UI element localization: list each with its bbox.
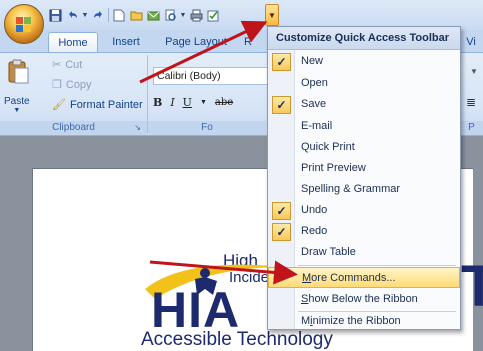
- tab-insert[interactable]: Insert: [104, 32, 148, 52]
- paragraph-align-icon[interactable]: ≣: [466, 95, 476, 109]
- tab-home[interactable]: Home: [48, 32, 98, 53]
- menu-item-more-commands[interactable]: More Commands...: [268, 267, 460, 288]
- quick-print-icon[interactable]: [189, 8, 203, 22]
- print-preview-icon[interactable]: [163, 8, 177, 22]
- menu-separator: [298, 311, 456, 312]
- menu-item-show-below-ribbon[interactable]: Show Below the Ribbon: [268, 289, 460, 310]
- menu-item-undo[interactable]: ✓ Undo: [268, 200, 460, 221]
- bold-button[interactable]: B: [153, 96, 162, 109]
- dialog-launcher-icon[interactable]: ↘: [134, 121, 141, 135]
- menu-item-open[interactable]: Open: [268, 73, 460, 94]
- check-icon: ✓: [272, 53, 291, 71]
- redo-icon[interactable]: [91, 8, 105, 22]
- chevron-down-icon[interactable]: ▼: [82, 8, 89, 22]
- menu-title: Customize Quick Access Toolbar: [268, 27, 460, 50]
- menu-item-redo[interactable]: ✓ Redo: [268, 221, 460, 242]
- check-icon: ✓: [272, 202, 291, 220]
- font-group-label: Fo: [148, 121, 266, 135]
- menu-item-spelling-grammar[interactable]: Spelling & Grammar: [268, 179, 460, 200]
- paste-icon[interactable]: [8, 59, 30, 85]
- tab-view[interactable]: Vi: [460, 32, 482, 52]
- italic-button[interactable]: I: [170, 96, 174, 109]
- menu-item-quick-print[interactable]: Quick Print: [268, 137, 460, 158]
- customize-dropdown-icon: ▼: [268, 10, 276, 20]
- toolbar-separator: [108, 8, 109, 22]
- format-painter-label: Format Painter: [69, 99, 143, 111]
- chevron-down-icon[interactable]: ▼: [470, 67, 478, 76]
- logo-tagline: Accessible Technology: [141, 329, 333, 350]
- save-icon[interactable]: [48, 8, 62, 22]
- clipboard-group-label: Clipboard ↘: [0, 121, 147, 135]
- menu-separator: [298, 265, 456, 266]
- menu-item-new[interactable]: ✓ New: [268, 51, 460, 72]
- chevron-down-icon[interactable]: ▼: [180, 8, 187, 22]
- customize-quick-access-menu: Customize Quick Access Toolbar ✓ New Ope…: [267, 26, 461, 330]
- email-icon[interactable]: [146, 8, 160, 22]
- copy-button[interactable]: ❐ Copy: [52, 77, 92, 93]
- logo-text-t: T: [461, 254, 483, 319]
- menu-item-print-preview[interactable]: Print Preview: [268, 158, 460, 179]
- chevron-down-icon: ▼: [13, 107, 21, 114]
- paste-label: Paste: [4, 96, 30, 107]
- customize-toolbar-dropdown-button[interactable]: ▼: [265, 4, 279, 26]
- paragraph-group-label: P: [460, 121, 483, 135]
- menu-item-save[interactable]: ✓ Save: [268, 94, 460, 115]
- strikethrough-button[interactable]: abe: [215, 97, 233, 108]
- tab-page-layout[interactable]: Page Layout: [160, 32, 232, 52]
- check-icon: ✓: [272, 96, 291, 114]
- quick-access-toolbar: ▼ ▼: [48, 6, 220, 24]
- menu-item-email[interactable]: E-mail: [268, 116, 460, 137]
- menu-item-draw-table[interactable]: Draw Table: [268, 242, 460, 263]
- office-logo-icon: [16, 17, 31, 32]
- font-format-buttons: B I U ▼ abe: [153, 93, 233, 111]
- cut-button[interactable]: ✂ Cut: [52, 57, 82, 73]
- copy-icon: ❐: [52, 79, 62, 91]
- format-painter-button[interactable]: 🖌 Format Painter: [52, 97, 143, 113]
- font-name-combobox[interactable]: Calibri (Body): [153, 67, 270, 85]
- cut-label: Cut: [65, 59, 83, 71]
- underline-button[interactable]: U: [183, 96, 192, 109]
- paste-button[interactable]: Paste ▼: [4, 96, 30, 114]
- scissors-icon: ✂: [52, 59, 62, 71]
- office-button[interactable]: [4, 4, 44, 44]
- undo-icon[interactable]: [65, 8, 79, 22]
- new-icon[interactable]: [112, 8, 126, 22]
- chevron-down-icon[interactable]: ▼: [200, 99, 207, 106]
- menu-item-minimize-ribbon[interactable]: Minimize the Ribbon: [268, 313, 460, 329]
- copy-label: Copy: [65, 79, 92, 91]
- spelling-icon[interactable]: [206, 8, 220, 22]
- format-painter-icon: 🖌: [52, 99, 66, 111]
- open-icon[interactable]: [129, 8, 143, 22]
- tab-references[interactable]: R: [238, 32, 258, 52]
- check-icon: ✓: [272, 223, 291, 241]
